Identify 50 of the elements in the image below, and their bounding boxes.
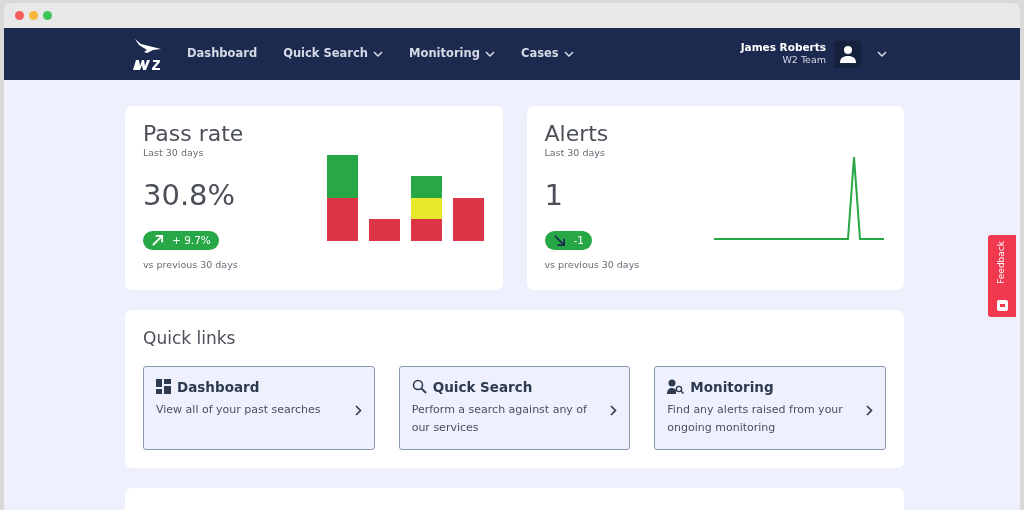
bar-segment: [410, 198, 442, 219]
window-control-dot[interactable]: [43, 11, 52, 20]
change-badge: -1: [544, 230, 592, 251]
logo-icon[interactable]: [131, 36, 163, 72]
arrow-up-right-icon: [151, 233, 164, 247]
nav-link[interactable]: Monitoring: [409, 45, 495, 63]
bar-segment: [326, 155, 358, 198]
stat-value: 30.8%: [143, 177, 237, 215]
user-menu-button[interactable]: [877, 51, 887, 57]
link-title: Monitoring: [690, 377, 774, 397]
dashboard-icon: [156, 379, 171, 395]
window-control-dot[interactable]: [15, 11, 24, 20]
bar-segment: [410, 176, 442, 198]
link-description: Find any alerts raised from your ongoing monitoring: [667, 401, 844, 436]
card-title: Pass rate: [143, 122, 244, 147]
bar-segment: [452, 198, 484, 241]
bar-segment: [410, 219, 442, 241]
chevron-right-icon: [866, 404, 873, 416]
bar-segment: [368, 219, 400, 241]
comparison-note: vs previous 30 days: [143, 257, 239, 272]
chevron-down-icon: [877, 51, 887, 57]
team-name: W2 Team: [781, 53, 826, 68]
link-description: View all of your past searches: [156, 401, 321, 418]
window-control-dot[interactable]: [29, 11, 38, 20]
search-icon: [411, 379, 427, 395]
feedback-icon: [996, 300, 1008, 311]
chevron-right-icon: [354, 404, 362, 416]
bar-segment: [326, 198, 358, 241]
nav-link[interactable]: Quick Search: [283, 45, 384, 63]
section-title: Quick links: [143, 327, 237, 350]
quick-link-card[interactable]: Quick Search Perform a search against any of our services: [398, 365, 631, 450]
comparison-note: vs previous 30 days: [544, 257, 640, 272]
change-badge: + 9.7%: [143, 230, 219, 251]
avatar-icon[interactable]: [834, 40, 861, 68]
user-name: James Roberts: [740, 40, 826, 54]
link-title: Dashboard: [177, 377, 260, 397]
link-description: Perform a search against any of our services: [411, 401, 588, 436]
stat-value: 1: [544, 177, 564, 215]
quick-link-card[interactable]: Dashboard View all of your past searches: [143, 365, 375, 450]
arrow-down-right-icon: [552, 233, 566, 247]
nav-link[interactable]: Cases: [520, 45, 574, 63]
chevron-right-icon: [610, 404, 618, 416]
quick-link-card[interactable]: Monitoring Find any alerts raised from your ongoing monitoring: [654, 365, 886, 450]
period-label: Last 30 days: [544, 146, 606, 161]
user-search-icon: [667, 379, 685, 395]
feedback-tab[interactable]: Feedback: [988, 235, 1016, 317]
link-title: Quick Search: [432, 377, 533, 397]
card-title: Alerts: [544, 122, 610, 147]
period-label: Last 30 days: [143, 146, 205, 161]
nav-link[interactable]: Dashboard: [187, 45, 258, 63]
